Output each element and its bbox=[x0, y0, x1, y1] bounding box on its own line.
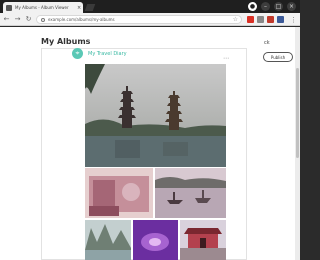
info-icon[interactable] bbox=[41, 17, 45, 22]
close-window-button[interactable]: × bbox=[287, 2, 296, 11]
post-author[interactable]: My Travel Diary bbox=[88, 51, 127, 57]
bookmark-star-icon[interactable]: ☆ bbox=[233, 16, 238, 23]
photo-river-cliffs[interactable] bbox=[85, 220, 131, 260]
minimize-button[interactable]: – bbox=[261, 2, 270, 11]
photo-pagodas[interactable] bbox=[85, 64, 226, 167]
new-tab-button[interactable] bbox=[84, 4, 96, 11]
window-controls: ● – □ × bbox=[248, 2, 296, 11]
forward-icon[interactable]: → bbox=[13, 15, 22, 24]
publish-button[interactable]: Publish bbox=[263, 52, 293, 62]
menu-icon[interactable]: ⋮ bbox=[289, 15, 298, 24]
browser-window: My Albums - Album Viewer × ● – □ × ← → ↻… bbox=[0, 0, 300, 260]
page-title: My Albums bbox=[41, 37, 91, 46]
photo-lake-boats[interactable] bbox=[155, 168, 226, 218]
tab-strip: My Albums - Album Viewer × ● – □ × bbox=[0, 0, 300, 13]
photo-banknote[interactable] bbox=[85, 168, 153, 218]
extension-icon[interactable] bbox=[257, 16, 264, 23]
reload-icon[interactable]: ↻ bbox=[24, 15, 33, 24]
page-content: My Albums ck Publish ⌖ My Travel Diary ⋯ bbox=[0, 27, 295, 260]
scrollbar-thumb[interactable] bbox=[296, 68, 299, 158]
tab-title: My Albums - Album Viewer bbox=[15, 5, 69, 10]
favicon-icon bbox=[6, 4, 12, 11]
extension-icon[interactable] bbox=[247, 16, 254, 23]
profile-icon[interactable]: ● bbox=[248, 2, 257, 11]
side-label: ck bbox=[264, 40, 270, 46]
browser-tab[interactable]: My Albums - Album Viewer × bbox=[3, 2, 83, 13]
extension-icon[interactable] bbox=[277, 16, 284, 23]
url-text: example.com/albums/my-albums bbox=[48, 17, 115, 22]
extension-icon[interactable] bbox=[267, 16, 274, 23]
photo-purple-night[interactable] bbox=[133, 220, 178, 260]
ellipsis-icon[interactable]: ⋯ bbox=[223, 55, 229, 62]
back-icon[interactable]: ← bbox=[2, 15, 11, 24]
user-icon[interactable]: ⌖ bbox=[72, 48, 83, 59]
maximize-button[interactable]: □ bbox=[274, 2, 283, 11]
toolbar: ← → ↻ example.com/albums/my-albums ☆ ⋮ bbox=[0, 13, 300, 26]
photo-temple-gate[interactable] bbox=[180, 220, 226, 260]
close-tab-icon[interactable]: × bbox=[77, 5, 81, 11]
address-bar[interactable]: example.com/albums/my-albums ☆ bbox=[36, 15, 242, 24]
